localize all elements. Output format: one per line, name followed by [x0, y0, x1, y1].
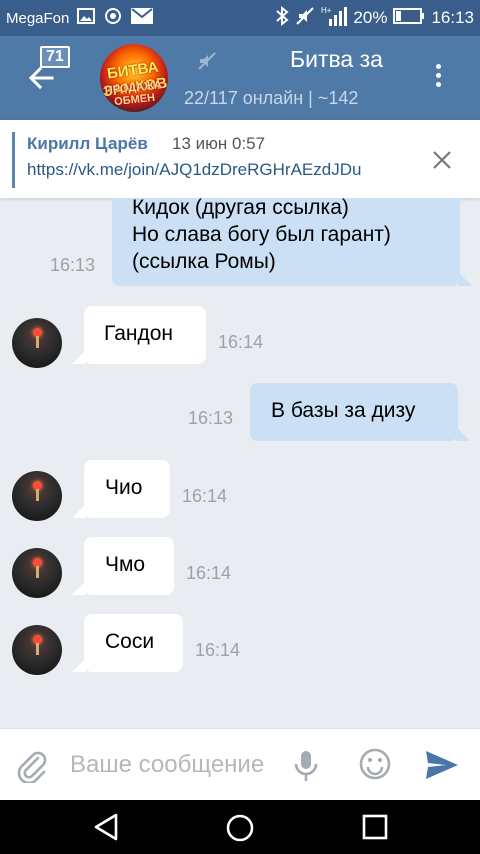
message-time: 16:13 [188, 408, 234, 428]
system-navigation-bar [0, 800, 480, 854]
message-time: 16:14 [186, 563, 232, 583]
unread-count-badge: 71 [40, 46, 70, 68]
close-pinned-button[interactable] [430, 148, 454, 172]
sender-avatar[interactable] [12, 471, 62, 521]
nav-home-button[interactable] [224, 812, 256, 848]
attach-button[interactable] [16, 749, 48, 787]
microphone-icon [294, 751, 318, 781]
message-text: Гандон [104, 322, 173, 345]
overflow-menu-icon[interactable] [430, 64, 446, 94]
circle-home-icon [226, 814, 254, 842]
message-line: Но слава богу был гарант) [132, 223, 391, 246]
triangle-back-icon [94, 813, 118, 841]
carrier-name: MegaFon [6, 9, 70, 27]
paperclip-icon [17, 751, 47, 785]
square-recents-icon [362, 814, 388, 840]
message-text: Чмо [105, 553, 146, 576]
message-text: Соси [105, 630, 155, 653]
message-time: 16:14 [195, 640, 241, 660]
mail-notification-icon [131, 8, 154, 28]
chat-avatar[interactable]: БИТВА ЗАМКОВ ПРОДАЖА ОБМЕН [100, 44, 168, 112]
send-icon [426, 751, 458, 779]
message-text: В базы за дизу [271, 399, 416, 422]
message-line: (ссылка Ромы) [132, 250, 276, 273]
status-bar: MegaFon H+ 20% 16:13 [0, 0, 480, 36]
hotspot-notification-icon [103, 7, 123, 29]
mute-status-icon [295, 6, 315, 31]
message-input[interactable] [70, 747, 275, 783]
voice-message-button[interactable] [292, 749, 320, 787]
smiley-icon [359, 748, 391, 780]
outgoing-message[interactable]: В базы за дизу [250, 383, 470, 441]
incoming-message[interactable]: Гандон [72, 306, 206, 364]
incoming-message[interactable]: Соси [72, 614, 183, 672]
battery-icon [393, 7, 425, 29]
message-line: Кидок (другая ссылка) [132, 198, 349, 219]
message-text: Чио [105, 476, 143, 499]
message-list[interactable]: Кидок (другая ссылка) Но слава богу был … [0, 198, 480, 728]
chat-header: 71 БИТВА ЗАМКОВ ПРОДАЖА ОБМЕН Битва за 2… [0, 36, 480, 120]
svg-text:H+: H+ [321, 6, 332, 15]
message-time: 16:14 [182, 486, 228, 506]
message-time: 16:13 [50, 255, 96, 275]
incoming-message[interactable]: Чмо [72, 537, 174, 595]
chat-title[interactable]: Битва за [290, 46, 396, 73]
signal-icon: H+ [321, 5, 348, 32]
pinned-author: Кирилл Царёв [27, 134, 148, 153]
message-composer [0, 728, 480, 800]
outgoing-message[interactable]: Кидок (другая ссылка) Но слава богу был … [112, 198, 472, 286]
incoming-message[interactable]: Чио [72, 460, 170, 518]
pinned-link[interactable]: https://vk.me/join/AJQ1dzDreRGHrAEzdJDu [27, 160, 407, 180]
sender-avatar[interactable] [12, 625, 62, 675]
gallery-notification-icon [77, 8, 96, 28]
nav-recents-button[interactable] [360, 812, 390, 846]
send-button[interactable] [424, 749, 460, 785]
pinned-accent-bar [12, 132, 15, 188]
pinned-message[interactable]: Кирилл Царёв 13 июн 0:57 https://vk.me/j… [0, 120, 480, 198]
sender-avatar[interactable] [12, 318, 62, 368]
pinned-date: 13 июн 0:57 [172, 134, 266, 153]
close-icon [433, 151, 451, 169]
muted-icon [196, 50, 218, 76]
message-time: 16:14 [218, 332, 264, 352]
battery-percent: 20% [353, 8, 388, 27]
emoji-button[interactable] [358, 747, 392, 785]
nav-back-button[interactable] [92, 812, 122, 846]
sender-avatar[interactable] [12, 548, 62, 598]
chat-subtitle: 22/117 онлайн | ~142 [184, 88, 359, 108]
bluetooth-icon [275, 5, 289, 31]
clock: 16:13 [431, 8, 474, 27]
